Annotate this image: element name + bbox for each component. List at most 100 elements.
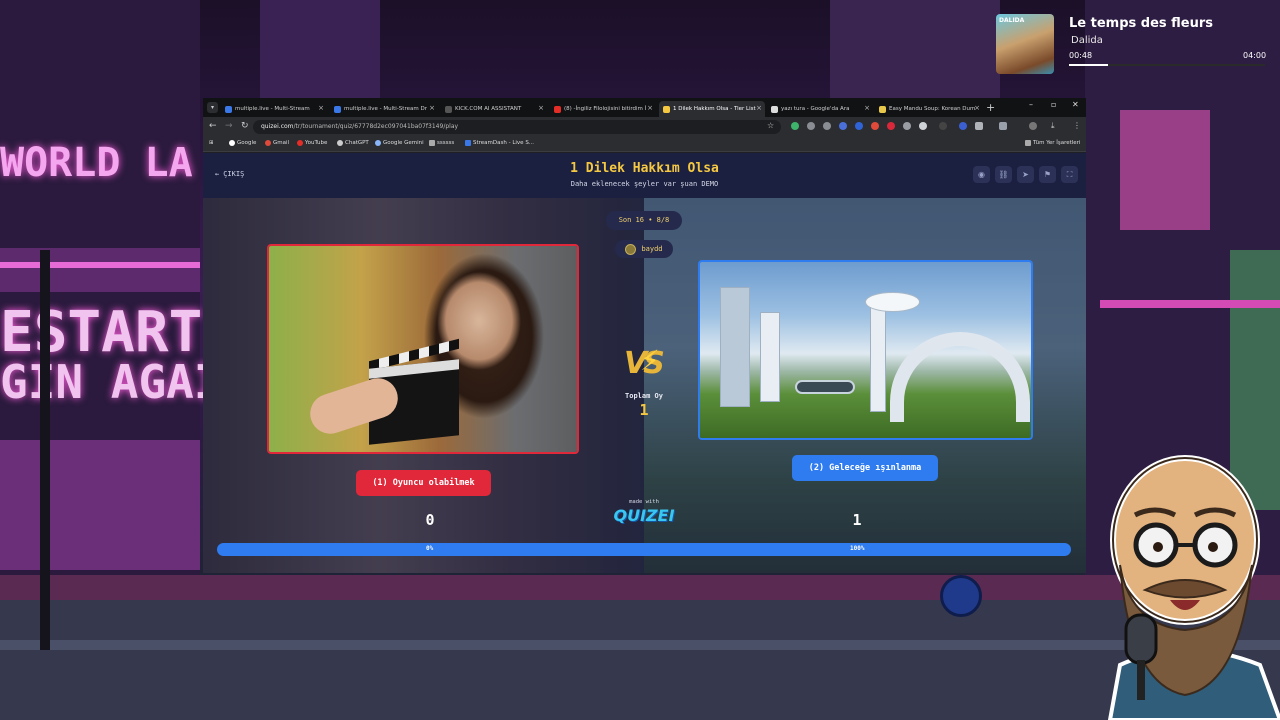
choose-right-button[interactable]: (2) Geleceğe ışınlanma (792, 455, 938, 481)
album-cover: DALIDA (996, 14, 1054, 74)
streamdash-icon (465, 140, 471, 146)
browser-tab[interactable]: Easy Mandu Soup: Korean Dum × (875, 101, 983, 117)
street-pole (40, 250, 50, 650)
extension-icon[interactable] (959, 122, 967, 130)
song-progress-fill (1069, 64, 1109, 66)
browser-tab[interactable]: multiple.live - Multi-Stream × (221, 101, 327, 117)
extension-icon[interactable] (871, 122, 879, 130)
total-votes-value: 1 (639, 401, 649, 419)
send-icon[interactable]: ➤ (1017, 166, 1034, 183)
match-arena: Son 16 • 8/8 baydd VS ⚡ Toplam Oy 1 (1) … (203, 198, 1086, 573)
bookmark-folder[interactable]: ssssss (429, 140, 454, 146)
download-icon[interactable]: ⤓ (1051, 121, 1055, 131)
close-icon[interactable]: × (429, 104, 435, 112)
close-icon[interactable]: × (864, 104, 870, 112)
sidewalk (0, 575, 1280, 603)
bookmark-item[interactable]: Google (229, 140, 256, 146)
address-bar-row: ← → ↻ quizei.com/tr/tournament/quiz/6777… (203, 117, 1086, 137)
tab-favicon (334, 105, 341, 113)
forward-arrow-icon[interactable]: → (225, 121, 233, 131)
arch-structure (890, 332, 1030, 422)
close-icon[interactable]: × (318, 104, 324, 112)
background-panel (0, 440, 200, 570)
menu-dots-icon[interactable]: ⋮ (1073, 121, 1081, 130)
background-panel (0, 248, 200, 292)
street-stripe (0, 640, 1280, 650)
tab-label: yazı tura - Google'da Ara (781, 106, 850, 112)
page-header: ← ÇIKIŞ 1 Dilek Hakkım Olsa Daha eklenec… (203, 153, 1086, 198)
browser-tab[interactable]: (8) -İngiliz Filolojisini bitirdim İ × (550, 101, 656, 117)
quiz-page: ← ÇIKIŞ 1 Dilek Hakkım Olsa Daha eklenec… (203, 153, 1086, 573)
minimize-icon[interactable]: – (1029, 100, 1033, 109)
extension-icon[interactable] (807, 122, 815, 130)
all-bookmarks[interactable]: Tüm Yer İşaretleri (1025, 140, 1080, 146)
link-icon[interactable]: ⛓ (995, 166, 1012, 183)
extension-icon[interactable] (903, 122, 911, 130)
bookmark-star-icon[interactable]: ☆ (767, 121, 774, 130)
close-icon[interactable]: × (974, 104, 980, 112)
hover-pod (795, 380, 855, 394)
tab-favicon (445, 105, 452, 113)
tab-search-button[interactable]: ▾ (207, 102, 218, 113)
flag-icon[interactable]: ⚑ (1039, 166, 1056, 183)
close-icon[interactable]: × (756, 104, 762, 112)
browser-tab-active[interactable]: 1 Dilek Hakkım Olsa - Tier List × (659, 101, 765, 117)
tab-label: 1 Dilek Hakkım Olsa - Tier List (673, 106, 756, 112)
now-playing-widget: DALIDA Le temps des fleurs Dalida 00:48 … (996, 12, 1270, 76)
tab-favicon (771, 105, 778, 113)
folder-icon (1025, 140, 1031, 146)
extension-icon[interactable] (887, 122, 895, 130)
song-title: Le temps des fleurs (1069, 16, 1214, 31)
extension-icon[interactable] (855, 122, 863, 130)
choose-left-button[interactable]: (1) Oyuncu olabilmek (356, 470, 491, 496)
extensions-puzzle-icon[interactable] (975, 122, 983, 130)
bookmark-item[interactable]: ChatGPT (337, 140, 369, 146)
browser-tab[interactable]: yazı tura - Google'da Ara × (767, 101, 873, 117)
extension-icon[interactable] (791, 122, 799, 130)
streamer-avatar (1107, 455, 1280, 720)
apps-grid-icon[interactable]: ⊞ (209, 140, 214, 146)
song-artist: Dalida (1071, 35, 1103, 46)
reload-icon[interactable]: ↻ (241, 121, 249, 131)
extension-icon[interactable] (939, 122, 947, 130)
vs-icon: VS ⚡ (622, 344, 668, 384)
google-icon (229, 140, 235, 146)
extension-icon[interactable] (823, 122, 831, 130)
bookmark-item[interactable]: StreamDash - Live S... (465, 140, 534, 146)
quizei-logo[interactable]: QUIZEI (612, 506, 676, 525)
browser-tab[interactable]: KICK.COM AI ASSISTANT × (441, 101, 547, 117)
bookmark-item[interactable]: Gmail (265, 140, 289, 146)
folder-icon (429, 140, 435, 146)
browser-window: ▾ multiple.live - Multi-Stream × multipl… (203, 98, 1086, 573)
sidebar-icon[interactable] (999, 122, 1007, 130)
background-window (1120, 110, 1210, 230)
back-arrow-icon[interactable]: ← (209, 121, 217, 131)
url-field[interactable]: quizei.com/tr/tournament/quiz/67778d2ec0… (253, 120, 781, 134)
left-option-card[interactable] (267, 244, 579, 454)
neon-strip (1100, 300, 1280, 308)
maximize-icon[interactable]: ▫ (1051, 100, 1056, 109)
tab-label: multiple.live - Multi-Stream (235, 106, 310, 112)
fullscreen-icon[interactable]: ⛶ (1061, 166, 1078, 183)
made-with-label: made with (629, 499, 659, 505)
url-host: quizei.com (261, 123, 294, 130)
bookmark-item[interactable]: Google Gemini (375, 140, 424, 146)
close-icon[interactable]: × (538, 104, 544, 112)
eye-icon[interactable]: ◉ (973, 166, 990, 183)
close-icon[interactable]: × (647, 104, 653, 112)
left-score: 0 (425, 511, 435, 529)
extension-icon[interactable] (919, 122, 927, 130)
new-tab-button[interactable]: + (986, 101, 995, 114)
avatar (625, 243, 637, 255)
background-building (830, 0, 1000, 110)
future-city-image (700, 262, 1031, 438)
bookmark-item[interactable]: YouTube (297, 140, 327, 146)
profile-icon[interactable] (1029, 122, 1037, 130)
window-close-icon[interactable]: ✕ (1072, 100, 1079, 109)
chatgpt-icon (337, 140, 343, 146)
right-option-card[interactable] (698, 260, 1033, 440)
tab-label: KICK.COM AI ASSISTANT (455, 106, 522, 112)
song-duration: 04:00 (1243, 51, 1267, 60)
browser-tab[interactable]: multiple.live - Multi-Stream Dr × (330, 101, 438, 117)
extension-icon[interactable] (839, 122, 847, 130)
